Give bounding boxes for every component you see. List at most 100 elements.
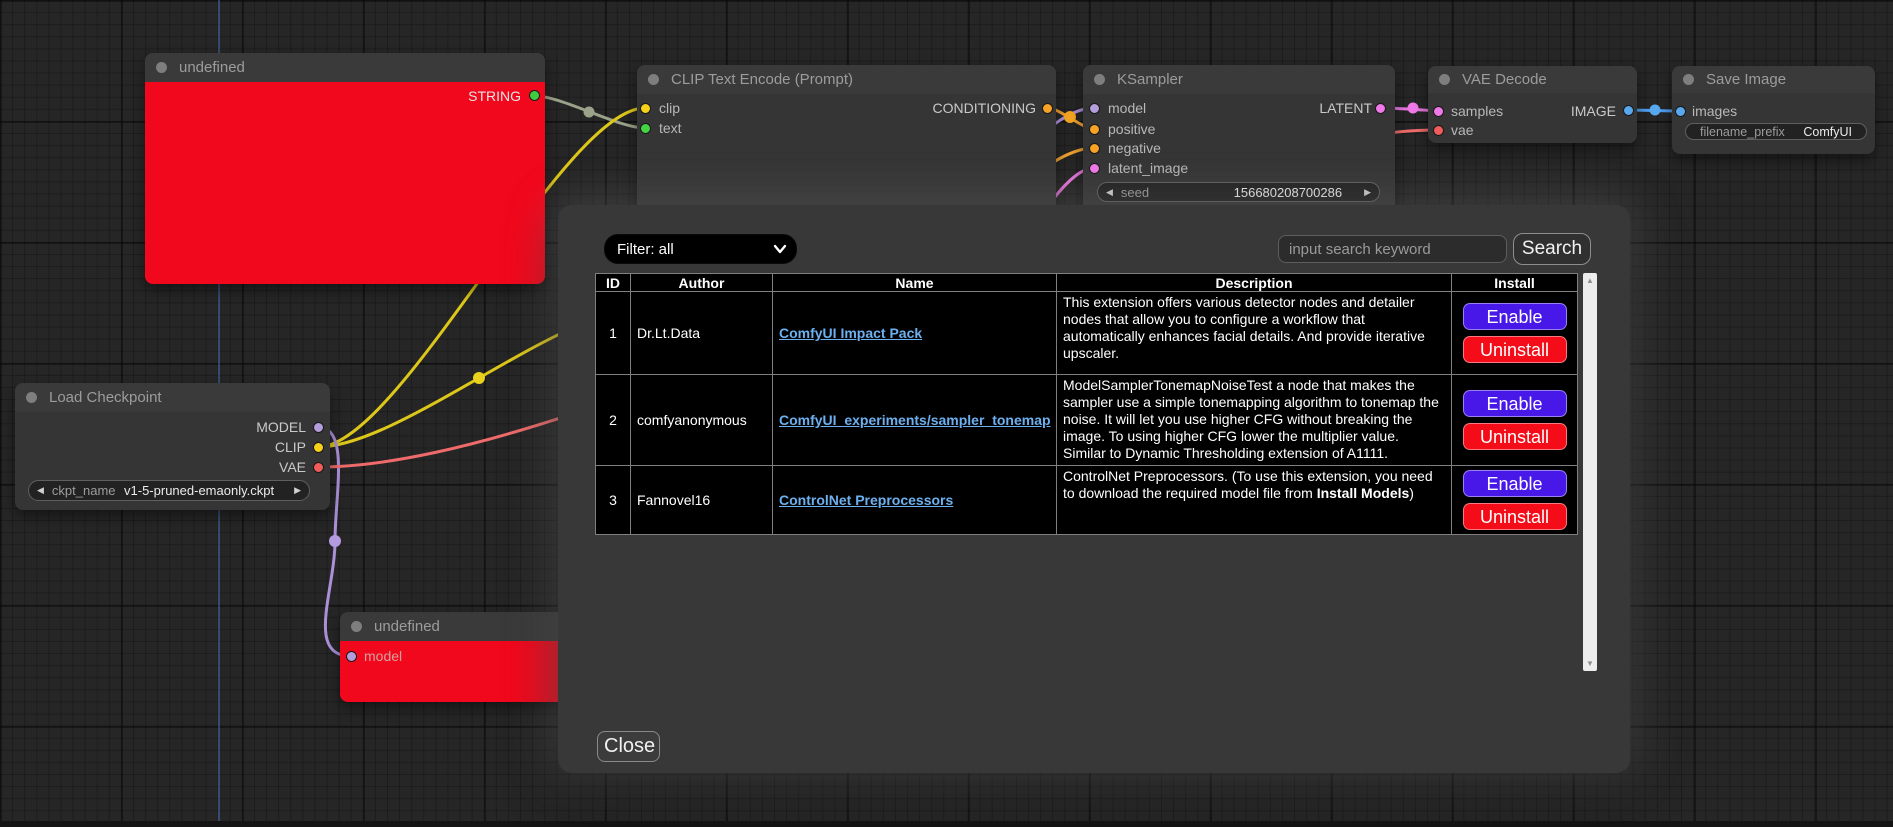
description-text: ) bbox=[1409, 485, 1414, 501]
description-bold: Install Models bbox=[1317, 485, 1410, 501]
header-name: Name bbox=[773, 274, 1057, 292]
node-status-dot bbox=[1094, 74, 1105, 85]
header-description: Description bbox=[1057, 274, 1452, 292]
search-button[interactable]: Search bbox=[1513, 233, 1591, 265]
uninstall-button[interactable]: Uninstall bbox=[1463, 503, 1567, 530]
node-status-dot bbox=[1439, 74, 1450, 85]
node-undefined-top[interactable]: undefined STRING bbox=[145, 53, 545, 284]
input-slot-model[interactable] bbox=[346, 651, 357, 662]
input-label-clip: clip bbox=[659, 100, 680, 116]
table-scrollbar[interactable]: ▲ ▼ bbox=[1583, 273, 1597, 671]
node-title: undefined bbox=[374, 618, 440, 635]
scroll-up-icon[interactable]: ▲ bbox=[1583, 276, 1597, 285]
output-label-clip: CLIP bbox=[275, 439, 306, 455]
reroute-dot-string[interactable] bbox=[584, 107, 595, 118]
enable-button[interactable]: Enable bbox=[1463, 390, 1567, 417]
input-slot-samples[interactable] bbox=[1433, 106, 1444, 117]
cell-install: Enable Uninstall bbox=[1452, 466, 1578, 535]
extension-table-wrap: ID Author Name Description Install 1 Dr.… bbox=[595, 273, 1597, 671]
node-title: VAE Decode bbox=[1462, 71, 1547, 88]
extension-link[interactable]: ComfyUI Impact Pack bbox=[779, 325, 922, 341]
input-label-images: images bbox=[1692, 103, 1737, 119]
reroute-dot-model[interactable] bbox=[329, 535, 341, 547]
extension-link[interactable]: ComfyUI_experiments/sampler_tonemap bbox=[779, 412, 1051, 428]
next-arrow-icon[interactable]: ▶ bbox=[286, 485, 309, 496]
filter-select-wrap: Filter: all bbox=[604, 234, 797, 264]
node-title-bar[interactable]: CLIP Text Encode (Prompt) bbox=[637, 65, 1056, 94]
output-slot-model[interactable] bbox=[313, 422, 324, 433]
cell-id: 2 bbox=[596, 375, 631, 466]
reroute-dot-clip[interactable] bbox=[473, 372, 485, 384]
description-text: ModelSamplerTonemapNoiseTest a node that… bbox=[1063, 377, 1439, 461]
decrement-arrow-icon[interactable]: ◀ bbox=[1098, 187, 1121, 198]
node-title-bar[interactable]: undefined bbox=[145, 53, 545, 82]
reroute-dot-latent[interactable] bbox=[1408, 103, 1419, 114]
node-title-bar[interactable]: Load Checkpoint bbox=[15, 383, 330, 412]
node-title-bar[interactable]: VAE Decode bbox=[1428, 66, 1637, 93]
seed-widget[interactable]: ◀ seed 156680208700286 ▶ bbox=[1097, 182, 1380, 202]
filename-prefix-label: filename_prefix bbox=[1700, 125, 1785, 139]
cell-id: 1 bbox=[596, 292, 631, 375]
output-slot-vae[interactable] bbox=[313, 462, 324, 473]
ckpt-name-widget[interactable]: ◀ ckpt_name v1-5-pruned-emaonly.ckpt ▶ bbox=[28, 480, 310, 501]
cell-description: ControlNet Preprocessors. (To use this e… bbox=[1057, 466, 1452, 535]
ckpt-name-value[interactable]: v1-5-pruned-emaonly.ckpt bbox=[124, 483, 274, 498]
filename-prefix-value[interactable]: ComfyUI bbox=[1803, 125, 1852, 139]
node-status-dot bbox=[26, 392, 37, 403]
cell-name: ComfyUI_experiments/sampler_tonemap bbox=[773, 375, 1057, 466]
output-slot-string[interactable] bbox=[529, 90, 540, 101]
input-slot-negative[interactable] bbox=[1089, 143, 1100, 154]
input-slot-positive[interactable] bbox=[1089, 124, 1100, 135]
input-slot-text[interactable] bbox=[640, 123, 651, 134]
node-title-bar[interactable]: KSampler bbox=[1083, 65, 1395, 94]
search-input[interactable] bbox=[1278, 235, 1507, 263]
header-id: ID bbox=[596, 274, 631, 292]
node-vae-decode[interactable]: VAE Decode samples vae IMAGE bbox=[1428, 66, 1637, 143]
enable-button[interactable]: Enable bbox=[1463, 303, 1567, 330]
increment-arrow-icon[interactable]: ▶ bbox=[1356, 187, 1379, 198]
bottom-strip bbox=[0, 821, 1893, 827]
output-label-conditioning: CONDITIONING bbox=[933, 100, 1036, 116]
filter-select[interactable]: Filter: all bbox=[604, 234, 797, 264]
node-status-dot bbox=[351, 621, 362, 632]
input-slot-model[interactable] bbox=[1089, 103, 1100, 114]
node-title-bar[interactable]: Save Image bbox=[1672, 66, 1875, 93]
header-author: Author bbox=[631, 274, 773, 292]
node-title: undefined bbox=[179, 59, 245, 76]
table-row: 3 Fannovel16 ControlNet Preprocessors Co… bbox=[596, 466, 1578, 535]
extension-manager-modal: Filter: all Search ID Author Name Descri… bbox=[558, 205, 1630, 773]
output-slot-latent[interactable] bbox=[1375, 103, 1386, 114]
prev-arrow-icon[interactable]: ◀ bbox=[29, 485, 52, 496]
node-save-image[interactable]: Save Image images filename_prefix ComfyU… bbox=[1672, 66, 1875, 154]
cell-name: ComfyUI Impact Pack bbox=[773, 292, 1057, 375]
extension-link[interactable]: ControlNet Preprocessors bbox=[779, 492, 953, 508]
filename-prefix-widget[interactable]: filename_prefix ComfyUI bbox=[1685, 123, 1867, 140]
output-label-latent: LATENT bbox=[1319, 100, 1372, 116]
output-slot-clip[interactable] bbox=[313, 442, 324, 453]
input-label-positive: positive bbox=[1108, 121, 1155, 137]
comfyui-canvas[interactable]: { "canvas": { "background_color": "#2626… bbox=[0, 0, 1893, 827]
description-text: This extension offers various detector n… bbox=[1063, 294, 1425, 361]
reroute-dot-conditioning[interactable] bbox=[1064, 111, 1076, 123]
input-slot-latent-image[interactable] bbox=[1089, 163, 1100, 174]
input-slot-clip[interactable] bbox=[640, 103, 651, 114]
output-slot-image[interactable] bbox=[1623, 105, 1634, 116]
header-install: Install bbox=[1452, 274, 1578, 292]
seed-widget-value[interactable]: 156680208700286 bbox=[1234, 185, 1342, 200]
output-label-vae: VAE bbox=[279, 459, 306, 475]
output-slot-conditioning[interactable] bbox=[1042, 103, 1053, 114]
input-label-vae: vae bbox=[1451, 122, 1474, 138]
input-slot-vae[interactable] bbox=[1433, 125, 1444, 136]
reroute-dot-image[interactable] bbox=[1650, 105, 1661, 116]
input-label-model: model bbox=[364, 648, 402, 664]
uninstall-button[interactable]: Uninstall bbox=[1463, 423, 1567, 450]
node-title: Load Checkpoint bbox=[49, 389, 162, 406]
enable-button[interactable]: Enable bbox=[1463, 470, 1567, 497]
input-slot-images[interactable] bbox=[1675, 106, 1686, 117]
cell-install: Enable Uninstall bbox=[1452, 292, 1578, 375]
uninstall-button[interactable]: Uninstall bbox=[1463, 336, 1567, 363]
node-title: KSampler bbox=[1117, 71, 1183, 88]
close-button[interactable]: Close bbox=[597, 731, 660, 762]
scroll-down-icon[interactable]: ▼ bbox=[1583, 659, 1597, 668]
node-load-checkpoint[interactable]: Load Checkpoint MODEL CLIP VAE ◀ ckpt_na… bbox=[15, 383, 330, 510]
